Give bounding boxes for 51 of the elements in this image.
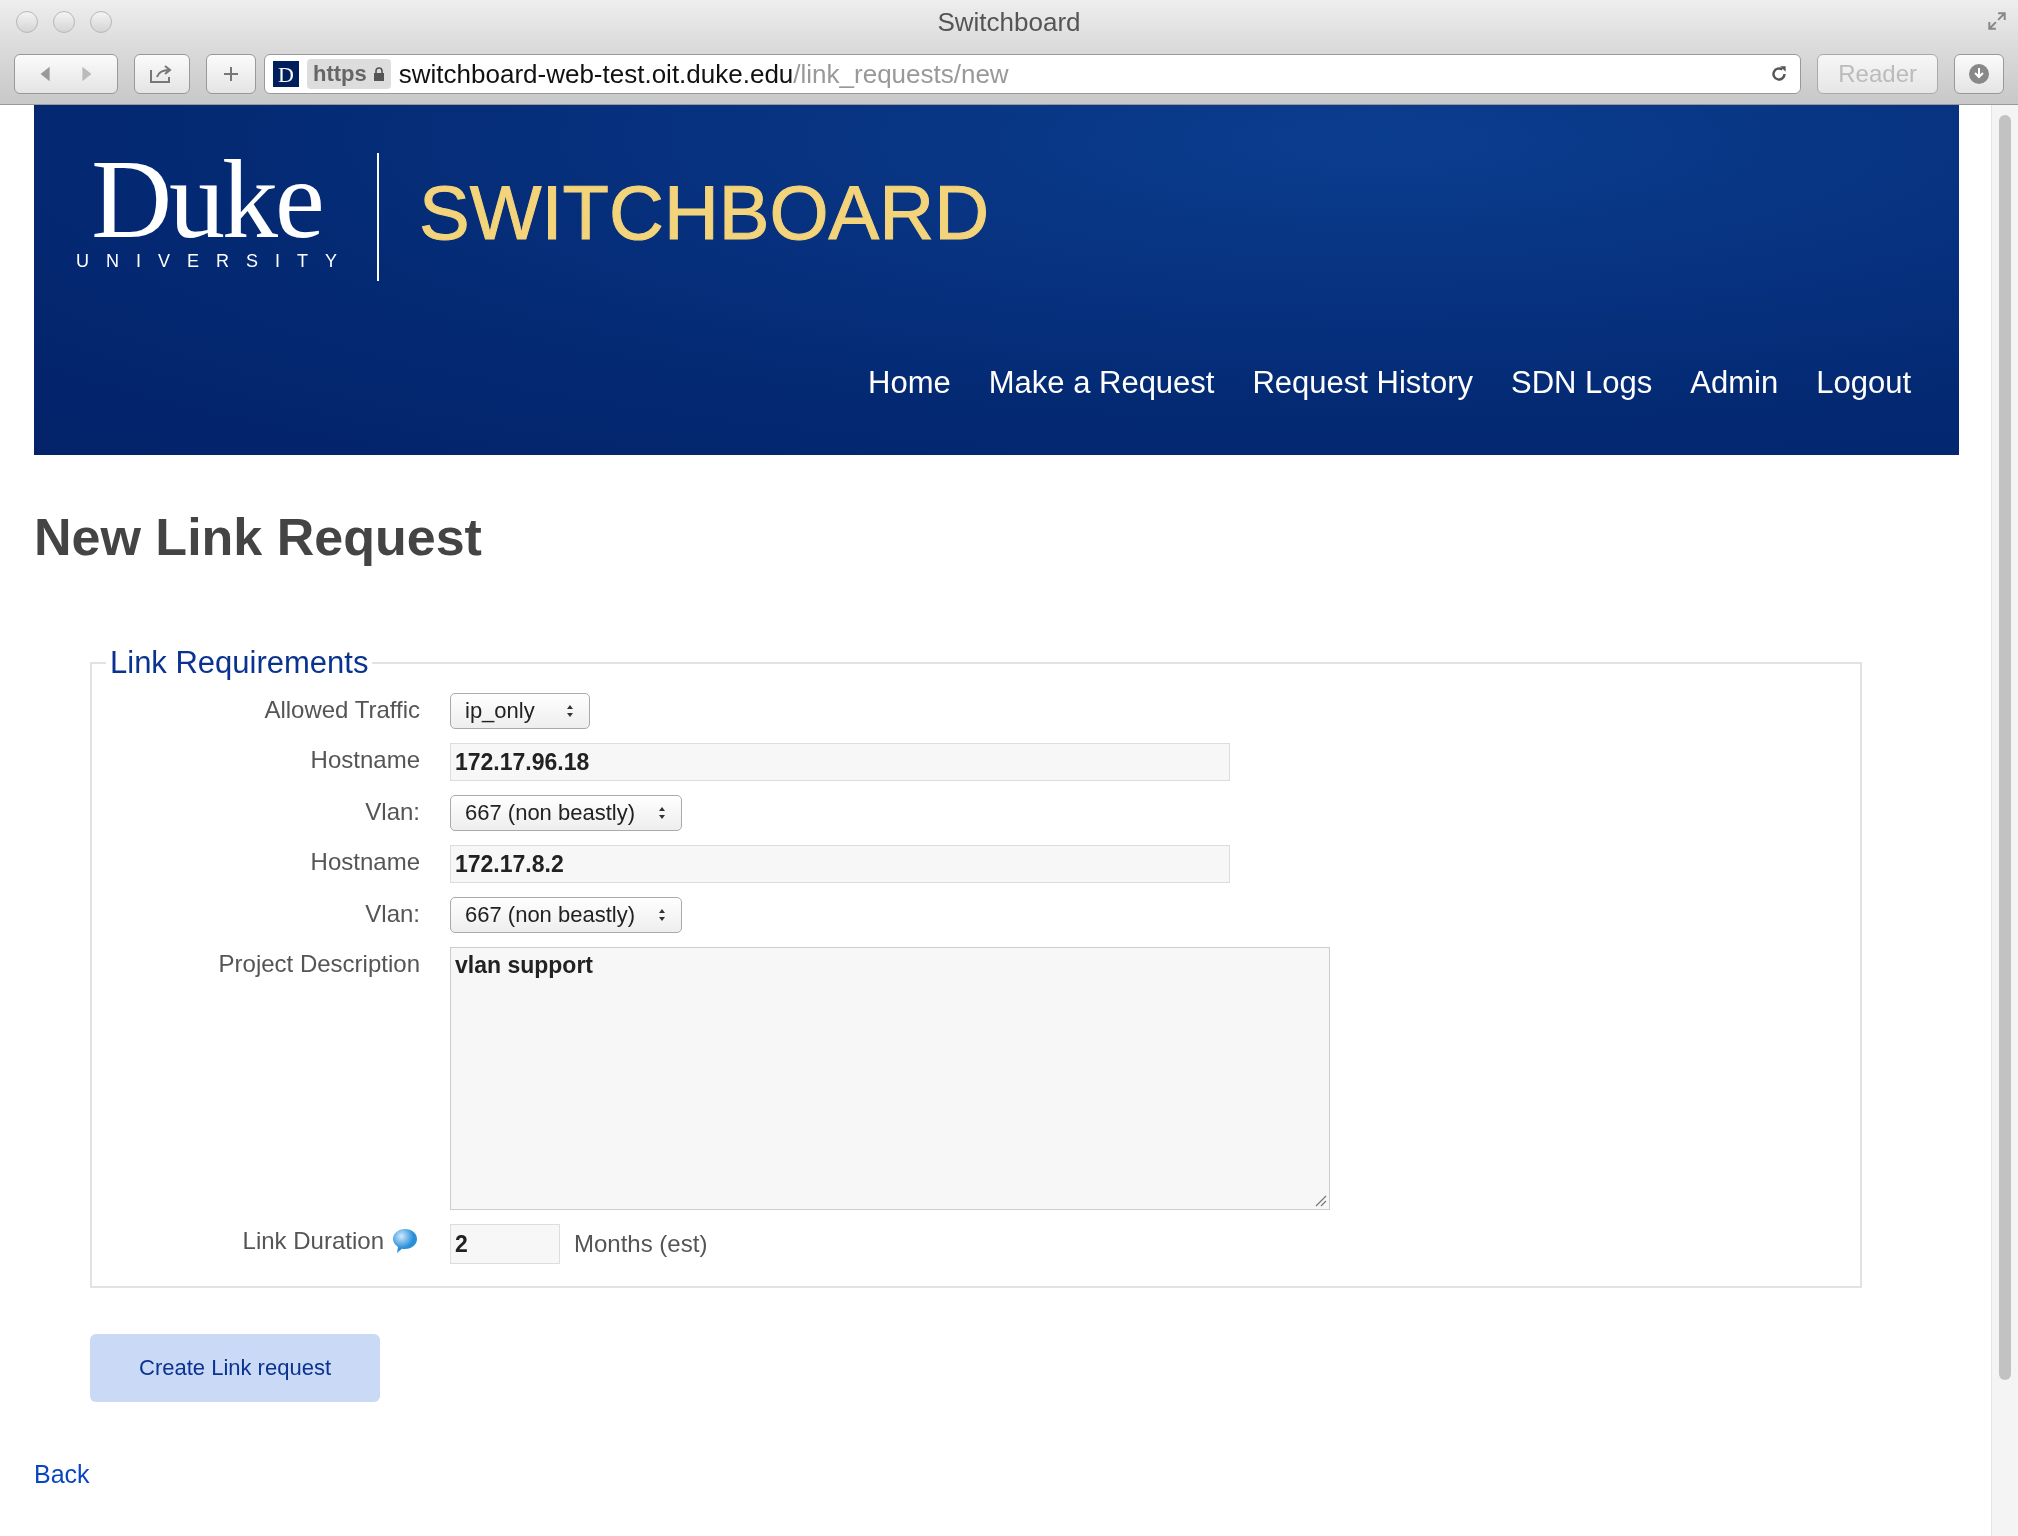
share-button[interactable] [134,54,190,94]
field-label: Allowed Traffic [264,696,420,724]
dropdown[interactable]: 667 (non beastly) [450,897,682,933]
unit-label: Months (est) [574,1230,708,1258]
section-legend: Link Requirements [106,645,373,681]
site-title: SWITCHBOARD [419,168,990,256]
site-icon: D [273,61,299,87]
new-tab-button[interactable] [206,54,256,94]
navigation-buttons[interactable] [14,54,118,94]
page-title: New Link Request [34,507,482,567]
hostname-field[interactable]: 172.17.8.2 [450,845,1230,883]
https-badge: https [307,59,391,89]
dropdown[interactable]: 667 (non beastly) [450,795,682,831]
dropdown[interactable]: ip_only [450,693,590,729]
hostname-field[interactable]: 172.17.96.18 [450,743,1230,781]
scroll-thumb[interactable] [1999,115,2011,1380]
window-title: Switchboard [937,6,1081,38]
create-button[interactable]: Create Link request [90,1334,380,1402]
download-icon [1968,63,1990,85]
downloads-button[interactable] [1954,54,2004,94]
field-label: Vlan: [365,798,420,826]
url-text: switchboard-web-test.oit.duke.edu/link_requests/new [398,58,1010,90]
back-link[interactable]: Back [34,1460,90,1489]
field-label: Hostname [310,848,420,876]
university-logo[interactable]: Duke UNIVERSITY [76,152,338,272]
lock-icon [372,67,385,81]
minimize-button[interactable] [53,11,75,33]
nav-link[interactable]: Request History [1252,365,1473,401]
scrollbar[interactable] [1991,105,2018,1536]
textarea-value: vlan support [455,952,593,978]
field-label: Project Description [218,950,420,978]
resize-grip-icon[interactable] [1313,1193,1327,1207]
nav-link[interactable]: SDN Logs [1511,365,1653,401]
plus-icon [222,65,240,83]
nav-link[interactable]: Admin [1690,365,1779,401]
duration-field[interactable]: 2 [450,1224,560,1264]
address-bar[interactable]: D https switchboard-web-test.oit.duke.edu/link_requests/new [264,54,1802,94]
updown-arrows-icon [565,703,575,719]
field-label: Link Duration [242,1227,384,1255]
nav-link[interactable]: Home [868,365,951,401]
updown-arrows-icon [657,805,667,821]
fullscreen-icon[interactable] [1986,10,2008,32]
nav-link[interactable]: Logout [1816,365,1911,401]
zoom-button[interactable] [90,11,112,33]
field-label: Vlan: [365,900,420,928]
nav-link[interactable]: Make a Request [988,365,1215,401]
close-button[interactable] [16,11,38,33]
updown-arrows-icon [657,907,667,923]
help-bubble-icon[interactable] [390,1226,420,1256]
description-textarea[interactable]: vlan support [450,947,1330,1210]
field-label: Hostname [310,746,420,774]
